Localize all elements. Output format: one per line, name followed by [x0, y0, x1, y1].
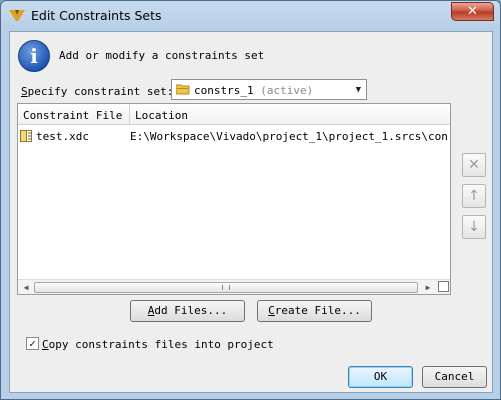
title-bar[interactable]: Edit Constraints Sets ✕ [1, 1, 500, 31]
move-down-button[interactable]: ↓ [462, 215, 486, 239]
scroll-left-icon[interactable]: ◀ [19, 281, 33, 294]
table-corner-button[interactable] [438, 281, 449, 292]
constraint-file-location: E:\Workspace\Vivado\project_1\project_1.… [130, 130, 448, 143]
column-header-constraint-file[interactable]: Constraint File [23, 109, 122, 122]
remove-file-button[interactable]: ✕ [462, 153, 486, 177]
table-header: Constraint File Location [18, 104, 450, 125]
dialog-window: Edit Constraints Sets ✕ i Add or modify … [0, 0, 501, 400]
copy-files-checkbox[interactable]: ✓ [26, 337, 39, 350]
ok-button[interactable]: OK [348, 366, 413, 388]
dialog-content: i Add or modify a constraints set Specif… [9, 31, 493, 393]
window-title: Edit Constraints Sets [31, 8, 162, 23]
constraint-file-name: test.xdc [36, 130, 89, 143]
create-file-button[interactable]: Create File... [257, 300, 372, 322]
scrollbar-grip [222, 285, 230, 290]
column-header-location[interactable]: Location [135, 109, 188, 122]
scroll-right-icon[interactable]: ▶ [421, 281, 435, 294]
constraint-set-label: Specify constraint set: [21, 85, 174, 98]
constraint-files-table: Constraint File Location test.xdc E:\Wor… [17, 103, 451, 295]
close-button[interactable]: ✕ [451, 2, 494, 21]
add-files-button[interactable]: Add Files... [130, 300, 245, 322]
cancel-button[interactable]: Cancel [422, 366, 487, 388]
scrollbar-thumb[interactable] [34, 282, 418, 293]
copy-files-label: Copy constraints files into project [42, 338, 274, 351]
table-row[interactable]: test.xdc E:\Workspace\Vivado\project_1\p… [18, 126, 450, 146]
dropdown-arrow-icon[interactable]: ▼ [356, 85, 361, 95]
column-divider[interactable] [129, 104, 130, 125]
info-message: Add or modify a constraints set [59, 49, 265, 62]
folder-icon [176, 84, 190, 95]
vivado-logo-icon [9, 10, 25, 21]
constraint-set-select[interactable]: constrs_1 (active) ▼ [171, 79, 367, 100]
horizontal-scrollbar[interactable]: ◀ ▶ [18, 279, 450, 294]
constraint-set-value: constrs_1 (active) [194, 84, 314, 97]
xdc-file-icon [20, 130, 32, 142]
move-up-button[interactable]: ↑ [462, 184, 486, 208]
info-icon: i [18, 40, 50, 72]
